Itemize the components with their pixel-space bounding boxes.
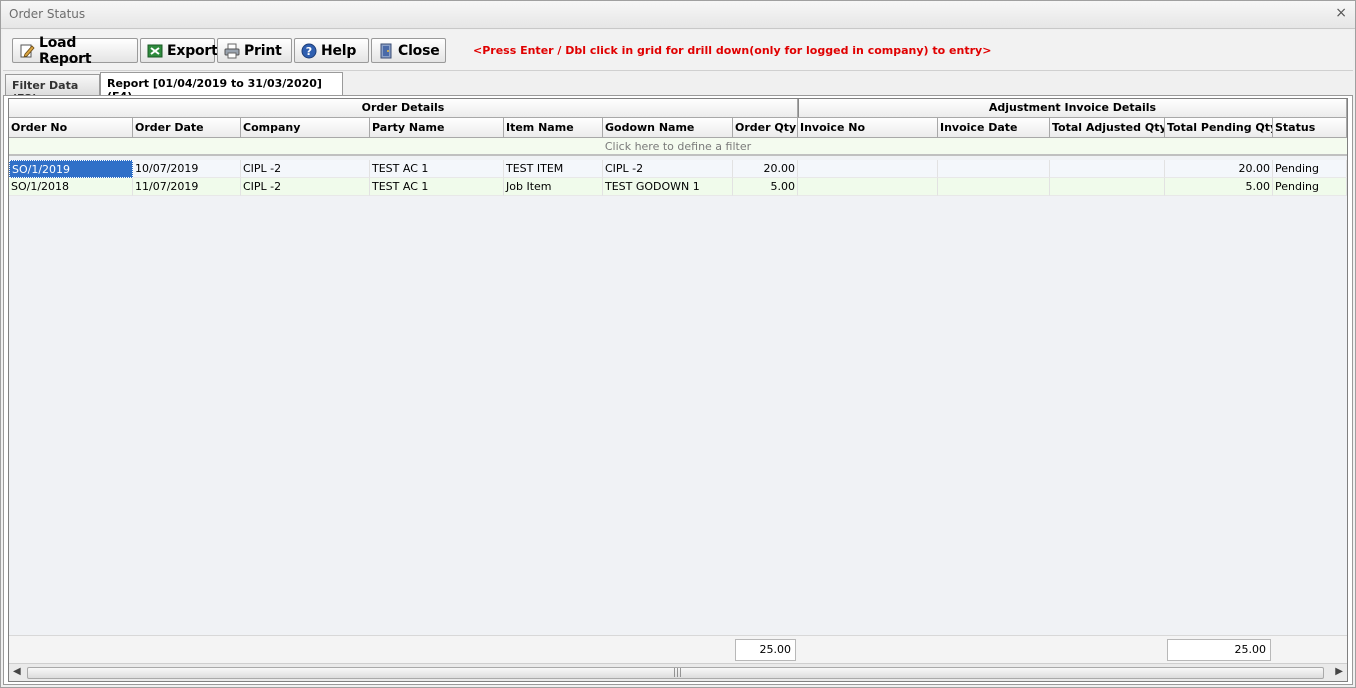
- cell-order-qty[interactable]: 20.00: [733, 160, 798, 178]
- cell-total-pending-qty[interactable]: 20.00: [1165, 160, 1273, 178]
- load-report-button[interactable]: Load Report: [12, 35, 138, 67]
- cell-party-name[interactable]: TEST AC 1: [370, 178, 504, 196]
- help-button[interactable]: ? Help: [294, 38, 369, 63]
- cell-company[interactable]: CIPL -2: [241, 160, 370, 178]
- tab-strip: Filter Data (F3) Report [01/04/2019 to 3…: [3, 72, 1353, 105]
- export-label: Export: [167, 42, 218, 59]
- cell-order-no[interactable]: SO/1/2019: [9, 160, 133, 178]
- close-label: Close: [398, 42, 440, 59]
- cell-order-date[interactable]: 10/07/2019: [133, 160, 241, 178]
- col-total-adjusted-qty[interactable]: Total Adjusted Qty: [1050, 118, 1165, 138]
- tab-filter-data[interactable]: Filter Data (F3): [5, 74, 100, 105]
- print-label: Print: [244, 42, 282, 59]
- cell-invoice-no[interactable]: [798, 160, 938, 178]
- cell-status[interactable]: Pending: [1273, 178, 1347, 196]
- cell-total-adjusted-qty[interactable]: [1050, 160, 1165, 178]
- band-order-details: Order Details: [9, 99, 798, 118]
- column-header-row: Order No Order Date Company Party Name I…: [9, 118, 1347, 138]
- tab-report[interactable]: Report [01/04/2019 to 31/03/2020] (F4): [100, 72, 343, 103]
- totals-footer: 25.00 25.00: [9, 635, 1347, 663]
- toolbar: Load Report Export Print ? Help Close <P…: [3, 30, 1353, 71]
- define-filter-row[interactable]: Click here to define a filter: [9, 138, 1347, 156]
- cell-invoice-date[interactable]: [938, 178, 1050, 196]
- scroll-left-icon[interactable]: ◀: [13, 666, 21, 677]
- report-grid: Order Details Adjustment Invoice Details…: [8, 98, 1348, 682]
- cell-item-name[interactable]: Job Item: [504, 178, 603, 196]
- drilldown-hint: <Press Enter / Dbl click in grid for dri…: [473, 44, 992, 57]
- cell-invoice-date[interactable]: [938, 160, 1050, 178]
- export-button[interactable]: Export: [140, 38, 218, 63]
- total-pending-qty: 25.00: [1167, 639, 1271, 661]
- col-party-name[interactable]: Party Name: [370, 118, 504, 138]
- excel-icon: [147, 43, 163, 59]
- grid-rows: SO/1/2019 10/07/2019 CIPL -2 TEST AC 1 T…: [9, 160, 1347, 196]
- total-order-qty: 25.00: [735, 639, 796, 661]
- printer-icon: [224, 43, 240, 59]
- col-company[interactable]: Company: [241, 118, 370, 138]
- col-total-pending-qty[interactable]: Total Pending Qty: [1165, 118, 1273, 138]
- help-label: Help: [321, 42, 357, 59]
- cell-status[interactable]: Pending: [1273, 160, 1347, 178]
- col-invoice-no[interactable]: Invoice No: [798, 118, 938, 138]
- col-order-no[interactable]: Order No: [9, 118, 133, 138]
- col-godown-name[interactable]: Godown Name: [603, 118, 733, 138]
- door-icon: [378, 43, 394, 59]
- cell-order-no[interactable]: SO/1/2018: [9, 178, 133, 196]
- scroll-right-icon[interactable]: ▶: [1335, 666, 1343, 677]
- report-panel: Order Details Adjustment Invoice Details…: [3, 95, 1353, 685]
- cell-order-qty[interactable]: 5.00: [733, 178, 798, 196]
- close-button[interactable]: Close: [371, 38, 446, 63]
- edit-icon: [19, 43, 35, 59]
- cell-invoice-no[interactable]: [798, 178, 938, 196]
- title-bar: Order Status ×: [1, 1, 1355, 29]
- window-title: Order Status: [9, 7, 86, 21]
- table-row[interactable]: SO/1/2019 10/07/2019 CIPL -2 TEST AC 1 T…: [9, 160, 1347, 178]
- col-order-date[interactable]: Order Date: [133, 118, 241, 138]
- svg-text:?: ?: [306, 45, 312, 58]
- order-status-window: Order Status × Load Report Export Print …: [0, 0, 1356, 688]
- table-row[interactable]: SO/1/2018 11/07/2019 CIPL -2 TEST AC 1 J…: [9, 178, 1347, 196]
- cell-item-name[interactable]: TEST ITEM: [504, 160, 603, 178]
- band-header-row: Order Details Adjustment Invoice Details: [9, 99, 1347, 118]
- cell-total-adjusted-qty[interactable]: [1050, 178, 1165, 196]
- band-adjustment-invoice-details: Adjustment Invoice Details: [798, 99, 1347, 118]
- col-order-qty[interactable]: Order Qty: [733, 118, 798, 138]
- col-status[interactable]: Status: [1273, 118, 1347, 138]
- close-icon[interactable]: ×: [1335, 5, 1347, 21]
- cell-company[interactable]: CIPL -2: [241, 178, 370, 196]
- cell-godown-name[interactable]: CIPL -2: [603, 160, 733, 178]
- scroll-thumb[interactable]: |||: [27, 667, 1324, 679]
- cell-party-name[interactable]: TEST AC 1: [370, 160, 504, 178]
- cell-total-pending-qty[interactable]: 5.00: [1165, 178, 1273, 196]
- cell-order-date[interactable]: 11/07/2019: [133, 178, 241, 196]
- horizontal-scrollbar[interactable]: ◀ ||| ▶: [9, 663, 1347, 681]
- col-item-name[interactable]: Item Name: [504, 118, 603, 138]
- help-icon: ?: [301, 43, 317, 59]
- load-report-label: Load Report: [39, 34, 92, 67]
- print-button[interactable]: Print: [217, 38, 292, 63]
- cell-godown-name[interactable]: TEST GODOWN 1: [603, 178, 733, 196]
- scroll-grip: |||: [673, 668, 683, 678]
- col-invoice-date[interactable]: Invoice Date: [938, 118, 1050, 138]
